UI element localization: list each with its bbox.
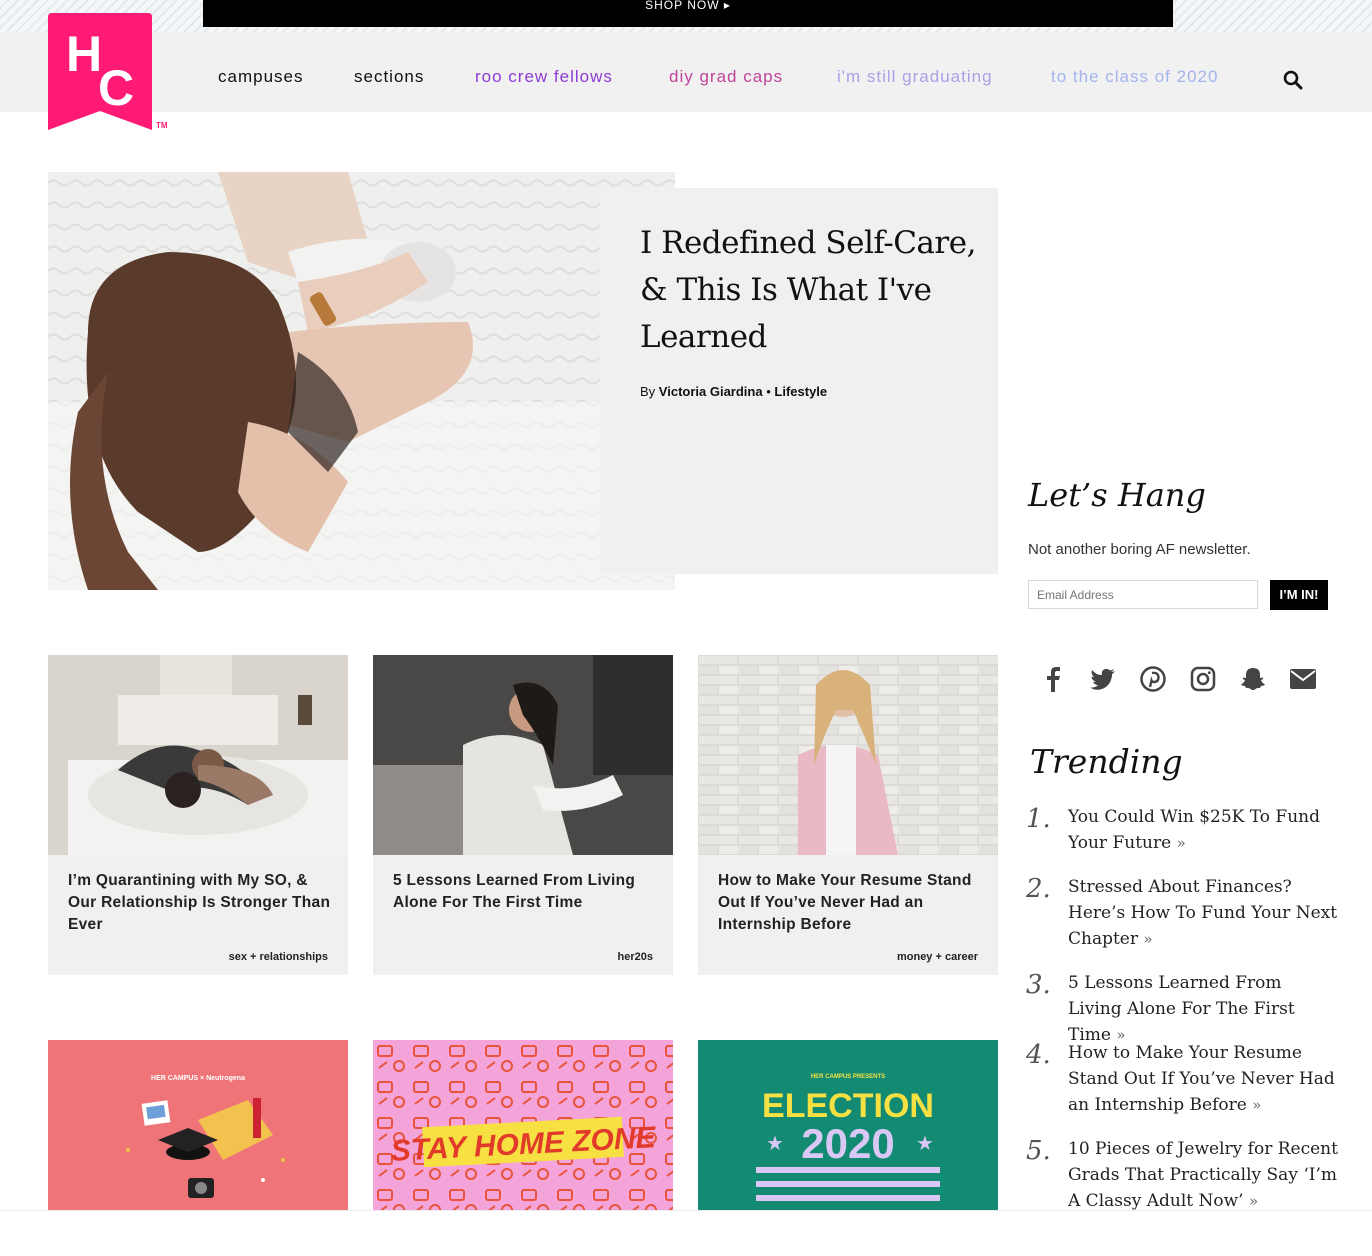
article-card[interactable]: How to Make Your Resume Stand Out If You… <box>698 655 998 975</box>
hc-logo[interactable]: H C TM <box>48 13 168 131</box>
email-input[interactable] <box>1028 580 1258 609</box>
article-title[interactable]: How to Make Your Resume Stand Out If You… <box>718 870 983 936</box>
nav-sections[interactable]: sections <box>354 67 424 87</box>
trending-arrow: » <box>1143 930 1153 948</box>
trending-arrow: » <box>1252 1096 1262 1114</box>
svg-text:C: C <box>98 60 134 116</box>
trending-arrow: » <box>1176 834 1186 852</box>
subscribe-button[interactable]: I’M IN! <box>1270 580 1328 610</box>
svg-text:★: ★ <box>916 1133 934 1155</box>
promo-banner-text[interactable]: SHOP NOW ▸ <box>645 0 731 11</box>
tile-election-kicker: HER CAMPUS PRESENTS <box>811 1074 885 1080</box>
article-title[interactable]: I’m Quarantining with My SO, & Our Relat… <box>68 870 333 936</box>
article-title[interactable]: 5 Lessons Learned From Living Alone For … <box>393 870 658 914</box>
hero-title[interactable]: I Redefined Self-Care, & This Is What I'… <box>640 220 980 361</box>
author-link[interactable]: Victoria Giardina <box>659 384 763 399</box>
hc-logo-mark: H C <box>48 13 152 130</box>
article-tag[interactable]: money + career <box>897 951 978 963</box>
facebook-icon[interactable] <box>1038 664 1068 694</box>
article-thumbnail[interactable] <box>373 655 673 855</box>
article-card[interactable]: 5 Lessons Learned From Living Alone For … <box>373 655 673 975</box>
svg-text:★: ★ <box>766 1133 784 1155</box>
trending-link[interactable]: How to Make Your Resume Stand Out If You… <box>1068 1043 1335 1115</box>
nav-roo-crew-fellows[interactable]: roo crew fellows <box>475 67 613 87</box>
trending-number: 5. <box>1026 1136 1051 1166</box>
promo-tile-grad[interactable]: HER CAMPUS × Neutrogena <box>48 1040 348 1210</box>
trending-arrow: » <box>1248 1192 1259 1210</box>
hero-image[interactable] <box>48 172 675 590</box>
trending-link[interactable]: You Could Win $25K To Fund Your Future <box>1068 807 1320 853</box>
promo-tile-election[interactable]: HER CAMPUS PRESENTS ELECTION 2020 ★ ★ <box>698 1040 998 1210</box>
trending-number: 3. <box>1026 970 1051 1000</box>
nav-diy-grad-caps[interactable]: diy grad caps <box>669 67 783 87</box>
trending-number: 4. <box>1026 1040 1051 1070</box>
tile-election-line2: 2020 <box>801 1120 894 1167</box>
email-icon[interactable] <box>1288 664 1318 694</box>
byline-separator: • <box>766 384 771 399</box>
promo-banner[interactable]: SHOP NOW ▸ <box>203 0 1173 27</box>
tile-brand-label: HER CAMPUS × Neutrogena <box>151 1075 245 1082</box>
trending-number: 2. <box>1026 874 1051 904</box>
newsletter-title: Let’s Hang <box>1028 476 1206 514</box>
nav-still-graduating[interactable]: i'm still graduating <box>837 67 993 87</box>
article-card[interactable]: I’m Quarantining with My SO, & Our Relat… <box>48 655 348 975</box>
search-icon[interactable] <box>1283 70 1303 90</box>
twitter-icon[interactable] <box>1088 664 1118 694</box>
nav-class-of-2020[interactable]: to the class of 2020 <box>1051 67 1218 87</box>
trending-link[interactable]: 5 Lessons Learned From Living Alone For … <box>1068 973 1295 1045</box>
nav-campuses[interactable]: campuses <box>218 67 303 87</box>
newsletter-subtitle: Not another boring AF newsletter. <box>1028 541 1251 558</box>
pinterest-icon[interactable] <box>1138 664 1168 694</box>
trending-title: Trending <box>1030 742 1183 781</box>
instagram-icon[interactable] <box>1188 664 1218 694</box>
hero-card[interactable]: I Redefined Self-Care, & This Is What I'… <box>600 188 998 574</box>
bottom-sticky-bar <box>0 1210 1372 1256</box>
snapchat-icon[interactable] <box>1238 664 1268 694</box>
trending-link[interactable]: Stressed About Finances? Here’s How To F… <box>1068 877 1337 949</box>
article-thumbnail[interactable] <box>48 655 348 855</box>
section-link[interactable]: Lifestyle <box>774 384 827 399</box>
hero-byline: By Victoria Giardina • Lifestyle <box>640 384 827 399</box>
trending-number: 1. <box>1026 804 1051 834</box>
trademark-label: TM <box>156 121 168 130</box>
svg-text:H: H <box>66 26 102 82</box>
promo-tile-stay-home[interactable]: STAY HOME ZONE <box>373 1040 673 1210</box>
article-tag[interactable]: sex + relationships <box>229 951 328 963</box>
byline-prefix: By <box>640 384 656 399</box>
trending-link[interactable]: 10 Pieces of Jewelry for Recent Grads Th… <box>1068 1139 1338 1211</box>
article-thumbnail[interactable] <box>698 655 998 855</box>
article-tag[interactable]: her20s <box>618 951 653 963</box>
